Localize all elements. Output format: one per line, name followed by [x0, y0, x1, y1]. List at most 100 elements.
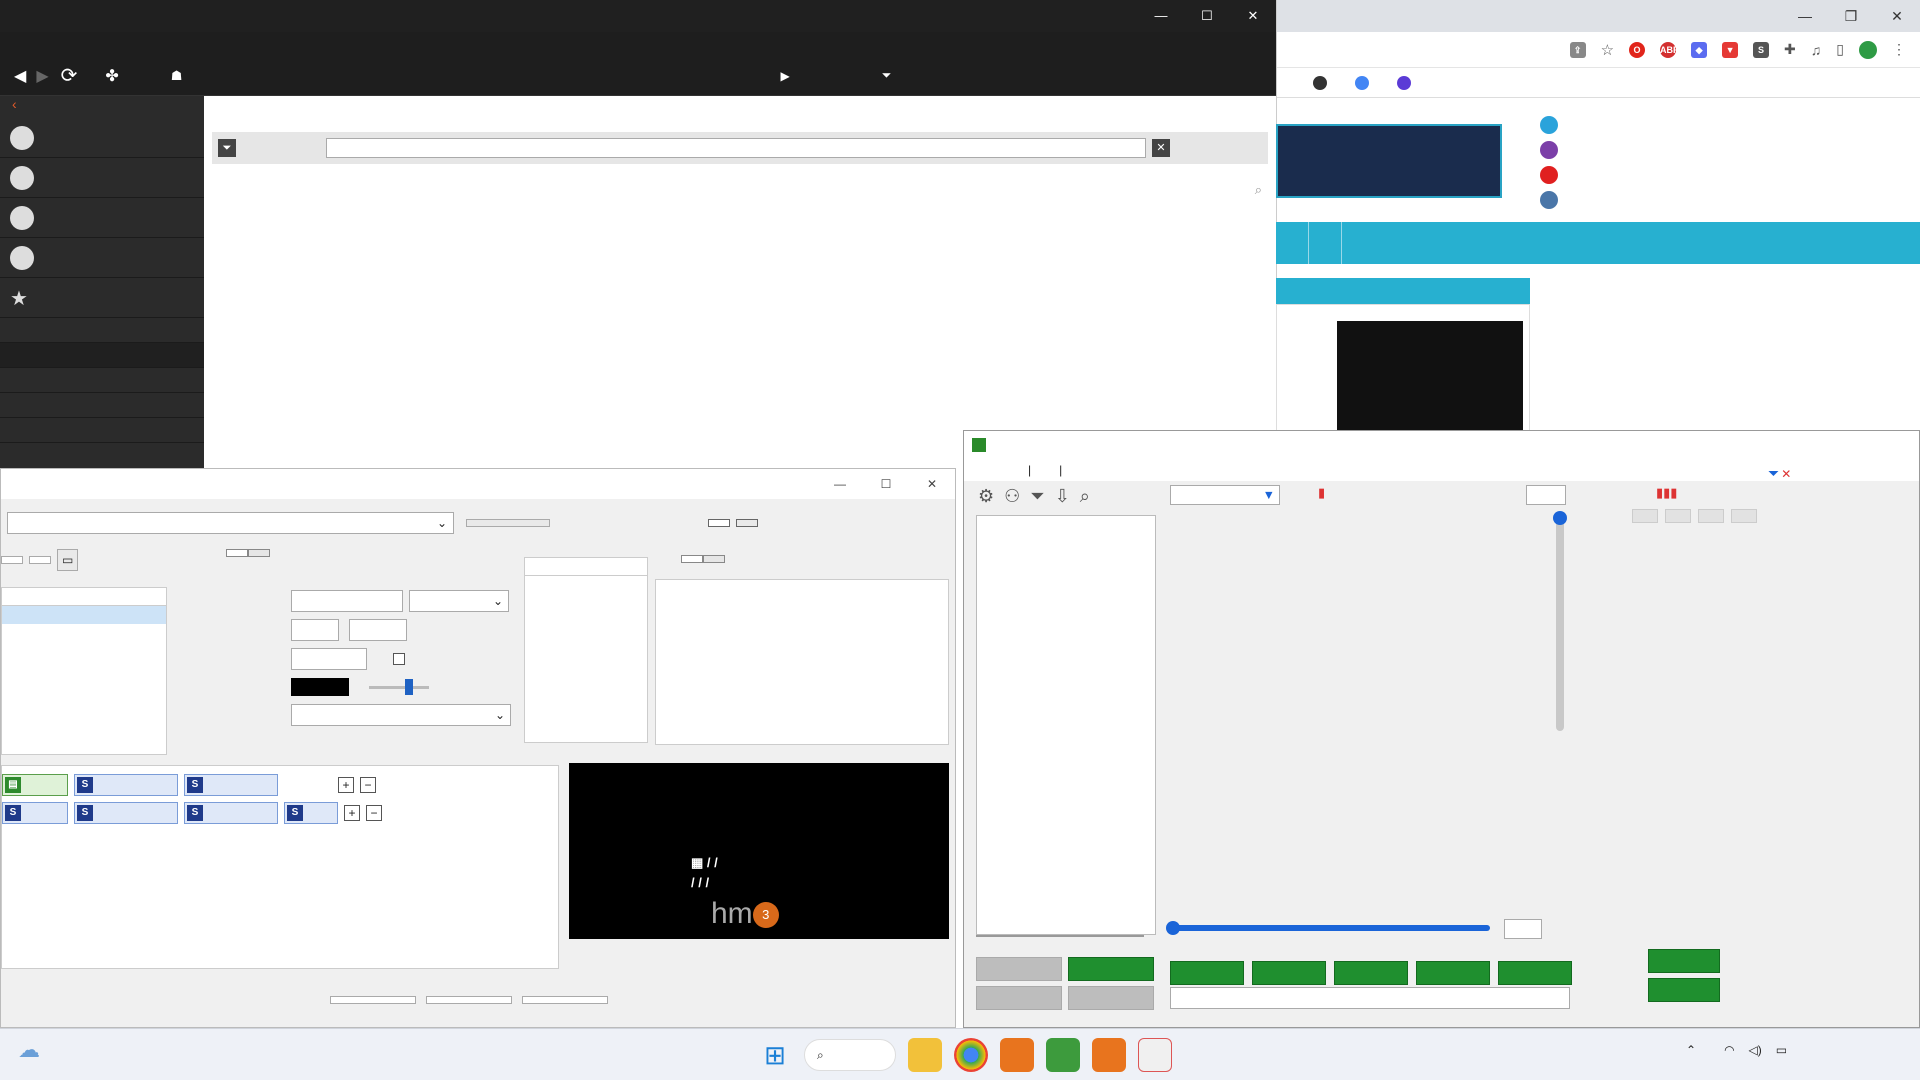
chip-vpip[interactable]: S [2, 802, 68, 824]
shield-icon[interactable]: ▼ [1722, 41, 1739, 58]
telegram-icon[interactable] [1540, 116, 1558, 134]
sidebar-item-reports[interactable] [0, 118, 204, 158]
slider-thumb[interactable] [1553, 511, 1567, 525]
cancel-button[interactable] [522, 996, 608, 1004]
app-icon[interactable] [1000, 1038, 1034, 1072]
minimize-icon[interactable]: — [1138, 8, 1184, 24]
weight-slider[interactable] [1553, 511, 1567, 731]
clear-filter-icon[interactable]: ✕ [1152, 139, 1170, 157]
s-extension-icon[interactable]: S [1753, 41, 1770, 58]
ok-button[interactable] [426, 996, 512, 1004]
background-swatch[interactable] [291, 678, 349, 696]
slider-thumb[interactable] [1166, 921, 1180, 935]
filter-icon[interactable]: ⏷ [218, 139, 236, 157]
name-input[interactable] [291, 590, 403, 612]
sidebar-icon[interactable]: ▯ [1836, 41, 1844, 58]
ctrl-key[interactable] [976, 935, 1016, 937]
extension-icon[interactable]: ◆ [1691, 41, 1708, 58]
video-placeholder[interactable] [1337, 321, 1523, 433]
remove-icon[interactable]: − [360, 777, 376, 793]
weight-input[interactable] [1526, 485, 1566, 505]
any-select[interactable]: ⌄ [409, 590, 509, 612]
maximize-icon[interactable]: ☐ [1184, 8, 1230, 24]
broadway-button[interactable] [1334, 961, 1408, 985]
percent-input[interactable] [1504, 919, 1542, 939]
sidebar-subitem[interactable] [0, 318, 204, 343]
game-type-select[interactable]: ▼ [1170, 485, 1280, 505]
import-icon[interactable]: ⇩ [1055, 486, 1070, 507]
chip-player[interactable]: S [74, 774, 178, 796]
board-slot[interactable] [1731, 509, 1757, 523]
chevron-up-icon[interactable]: ⌃ [1686, 1043, 1696, 1057]
profile-select[interactable]: ⌄ [7, 512, 454, 534]
board-clear-button[interactable] [1648, 949, 1720, 973]
vk-icon[interactable] [1540, 191, 1558, 209]
bookmark-item[interactable] [1397, 75, 1417, 90]
forward-icon[interactable]: ▶ [36, 66, 48, 86]
delete-button[interactable] [1068, 986, 1154, 1010]
youtube-icon[interactable] [1540, 166, 1558, 184]
tab-table-groups[interactable] [708, 519, 730, 527]
display-type-select[interactable]: ⌄ [291, 704, 511, 726]
battery-icon[interactable]: ▭ [1776, 1043, 1787, 1057]
play-icon[interactable]: ▶ [780, 69, 789, 83]
adblock-icon[interactable]: ABP [1660, 41, 1679, 58]
search-icon[interactable]: ⌕ [1080, 486, 1090, 507]
align-grid-checkbox[interactable] [393, 653, 405, 665]
clear-filter-icon[interactable]: ✕ [1781, 467, 1791, 481]
promo-banner[interactable] [1276, 124, 1502, 198]
close-icon[interactable]: ✕ [1874, 8, 1920, 25]
apply-button[interactable] [330, 996, 416, 1004]
users-icon[interactable]: ⚇ [1004, 486, 1020, 507]
tab-color-ranges[interactable] [703, 555, 725, 563]
tab-popup-groups[interactable] [736, 519, 758, 527]
sidebar-item-playing[interactable] [0, 238, 204, 278]
delete-button[interactable] [29, 556, 51, 564]
opacity-slider[interactable] [369, 678, 429, 695]
close-icon[interactable]: ✕ [1230, 8, 1276, 24]
chip-pfr[interactable]: S [74, 802, 178, 824]
pocket-button[interactable] [1252, 961, 1326, 985]
new-group-button[interactable] [1, 556, 23, 564]
wifi-icon[interactable]: ◠ [1724, 1043, 1734, 1057]
all-button[interactable] [1170, 961, 1244, 985]
range-slider[interactable] [1166, 921, 1490, 935]
twitch-icon[interactable] [1540, 141, 1558, 159]
sidebar-item-opponents[interactable] [0, 198, 204, 238]
avatar[interactable] [1859, 40, 1877, 59]
tab-group-properties[interactable] [226, 549, 248, 557]
menu-icon[interactable]: ⋮ [1892, 41, 1906, 58]
filter-icon[interactable]: ⏷ [882, 68, 892, 83]
back-icon[interactable]: ◀ [14, 66, 26, 86]
app-icon[interactable] [1092, 1038, 1126, 1072]
filter-icon[interactable]: ⏷ [1768, 465, 1779, 482]
filter-icon[interactable]: ⏷ [1030, 486, 1044, 507]
close-icon[interactable]: ✕ [909, 477, 955, 491]
nav-item[interactable] [1276, 222, 1309, 264]
maximize-icon[interactable]: ☐ [863, 477, 909, 491]
star-icon[interactable]: ☆ [1601, 41, 1614, 59]
sidebar-subitem-active[interactable] [0, 343, 204, 368]
rename-button[interactable] [976, 986, 1062, 1010]
shift-key[interactable] [1016, 935, 1062, 937]
board-random-button[interactable] [1648, 978, 1720, 1002]
bookmark-item[interactable] [1313, 75, 1333, 90]
color-picker[interactable] [349, 619, 407, 641]
chip-notes[interactable]: ▤ [2, 774, 68, 796]
opera-icon[interactable]: O [1629, 41, 1646, 58]
file-explorer-icon[interactable] [908, 1038, 942, 1072]
remove-icon[interactable]: − [366, 805, 382, 821]
chip-agg[interactable]: S [184, 802, 278, 824]
gear-icon[interactable]: ⚙ [978, 486, 994, 507]
chip-3bet[interactable]: S [284, 802, 338, 824]
add-icon[interactable]: + [338, 777, 354, 793]
group-row[interactable] [2, 624, 166, 642]
sidebar-item-situations[interactable] [0, 158, 204, 198]
add-category-button[interactable] [1068, 957, 1154, 981]
sidebar-subitem[interactable] [0, 393, 204, 418]
chrome-icon[interactable] [954, 1038, 988, 1072]
nav-item[interactable] [1309, 222, 1342, 264]
board-slot[interactable] [1698, 509, 1724, 523]
sidebar-subitem[interactable] [0, 368, 204, 393]
copy-icon[interactable]: ▭ [57, 549, 79, 571]
